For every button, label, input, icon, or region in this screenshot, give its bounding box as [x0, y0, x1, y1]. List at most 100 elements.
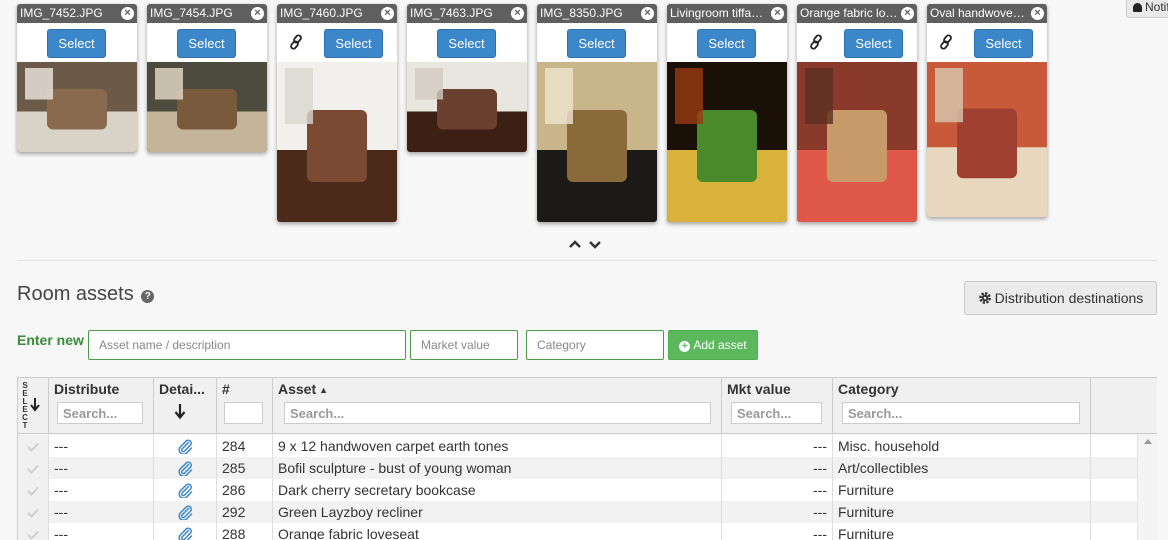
paperclip-icon[interactable] [177, 482, 193, 498]
distribute-search-input[interactable] [57, 402, 143, 424]
close-icon[interactable]: × [771, 7, 784, 20]
row-select-checkbox[interactable] [18, 479, 49, 501]
image-thumbnail[interactable] [147, 62, 267, 152]
image-thumbnail[interactable] [17, 62, 137, 152]
row-select-checkbox[interactable] [18, 457, 49, 479]
collapse-expand-arrows[interactable] [568, 237, 604, 251]
select-button[interactable]: Select [974, 29, 1033, 58]
image-card-name: Livingroom tiffany lamp [670, 6, 768, 20]
select-button[interactable]: Select [697, 29, 756, 58]
close-icon[interactable]: × [641, 7, 654, 20]
row-select-checkbox[interactable] [18, 435, 49, 457]
details-column-header[interactable]: Detai... [154, 378, 217, 434]
checkmark-icon[interactable] [27, 530, 39, 540]
image-card: IMG_7454.JPG × Select [147, 4, 267, 152]
number-cell: 285 [217, 457, 273, 479]
row-select-checkbox[interactable] [18, 523, 49, 540]
asset-name-input[interactable] [88, 330, 406, 360]
details-header-label: Detai... [159, 381, 205, 397]
details-cell[interactable] [154, 479, 217, 501]
select-button[interactable]: Select [437, 29, 496, 58]
select-button[interactable]: Select [567, 29, 626, 58]
table-row[interactable]: --- 285 Bofil sculpture - bust of young wo… [18, 457, 1157, 479]
image-thumbnail[interactable] [797, 62, 917, 222]
grid-scrollbar[interactable] [1137, 434, 1157, 540]
select-button[interactable]: Select [324, 29, 383, 58]
distribute-column-header[interactable]: Distribute [49, 378, 154, 434]
add-asset-button[interactable]: + Add asset [668, 330, 758, 360]
checkmark-icon[interactable] [27, 464, 39, 474]
image-thumbnail[interactable] [407, 62, 527, 152]
image-card-actions: Select [407, 23, 527, 62]
image-card-header: IMG_7460.JPG × [277, 4, 397, 23]
category-input[interactable] [526, 330, 664, 360]
distribute-cell: --- [49, 479, 154, 501]
chevron-down-icon [589, 241, 601, 249]
link-icon[interactable] [809, 34, 823, 50]
distribution-destinations-button[interactable]: Distribution destinations [964, 281, 1157, 315]
page-title: Room assets ? [17, 283, 155, 306]
category-search-input[interactable] [842, 402, 1080, 424]
number-search-input[interactable] [224, 402, 263, 424]
category-cell: Furniture [833, 501, 1091, 523]
market-value-input[interactable] [410, 330, 518, 360]
image-thumbnail[interactable] [277, 62, 397, 222]
image-thumbnail[interactable] [667, 62, 787, 222]
close-icon[interactable]: × [901, 7, 914, 20]
distribute-header-label: Distribute [54, 381, 120, 397]
mkt-value-cell: --- [722, 523, 833, 540]
table-row[interactable]: --- 288 Orange fabric loveseat --- Furniture [18, 523, 1157, 540]
close-icon[interactable]: × [381, 7, 394, 20]
distribute-cell: --- [49, 457, 154, 479]
select-button[interactable]: Select [177, 29, 236, 58]
asset-column-header[interactable]: Asset ▲ [273, 378, 722, 434]
image-card-actions: Select [927, 23, 1047, 62]
table-row[interactable]: --- 284 9 x 12 handwoven carpet earth tone… [18, 435, 1157, 457]
image-card-name: IMG_8350.JPG [540, 6, 623, 20]
image-card-actions: Select [147, 23, 267, 62]
image-card-name: IMG_7454.JPG [150, 6, 233, 20]
paperclip-icon[interactable] [177, 438, 193, 454]
asset-cell: 9 x 12 handwoven carpet earth tones [273, 435, 722, 457]
checkmark-icon[interactable] [27, 508, 39, 518]
checkmark-icon[interactable] [27, 442, 39, 452]
asset-cell: Bofil sculpture - bust of young woman [273, 457, 722, 479]
image-thumbnail[interactable] [927, 62, 1047, 217]
link-icon[interactable] [939, 34, 953, 50]
paperclip-icon[interactable] [177, 526, 193, 540]
mkt-value-search-input[interactable] [731, 402, 822, 424]
close-icon[interactable]: × [251, 7, 264, 20]
image-thumbnail[interactable] [537, 62, 657, 222]
details-cell[interactable] [154, 435, 217, 457]
table-row[interactable]: --- 292 Green Layzboy recliner --- Furniture [18, 501, 1157, 523]
asset-search-input[interactable] [284, 402, 711, 424]
help-icon[interactable]: ? [141, 290, 155, 303]
close-icon[interactable]: × [121, 7, 134, 20]
mkt-value-cell: --- [722, 479, 833, 501]
paperclip-icon[interactable] [177, 504, 193, 520]
image-card-header: IMG_7463.JPG × [407, 4, 527, 23]
link-icon[interactable] [289, 34, 303, 50]
close-icon[interactable]: × [1031, 7, 1044, 20]
select-button[interactable]: Select [47, 29, 106, 58]
close-icon[interactable]: × [511, 7, 524, 20]
number-column-header[interactable]: # [217, 378, 273, 434]
category-column-header[interactable]: Category [833, 378, 1091, 434]
select-button[interactable]: Select [844, 29, 903, 58]
notifications-label: Notifications [1145, 0, 1168, 14]
select-column-header[interactable]: SELECT [18, 378, 49, 434]
mkt-value-column-header[interactable]: Mkt value [722, 378, 833, 434]
details-cell[interactable] [154, 501, 217, 523]
row-select-checkbox[interactable] [18, 501, 49, 523]
table-row[interactable]: --- 286 Dark cherry secretary bookcase --- F… [18, 479, 1157, 501]
details-cell[interactable] [154, 457, 217, 479]
image-card-actions: Select [17, 23, 137, 62]
paperclip-icon[interactable] [177, 460, 193, 476]
image-card-name: Orange fabric loveseat [800, 6, 898, 20]
details-cell[interactable] [154, 523, 217, 540]
notifications-button[interactable]: Notifications [1126, 0, 1168, 18]
image-card-actions: Select [667, 23, 787, 62]
checkmark-icon[interactable] [27, 486, 39, 496]
scroll-up-icon[interactable] [1144, 439, 1152, 444]
category-cell: Furniture [833, 479, 1091, 501]
